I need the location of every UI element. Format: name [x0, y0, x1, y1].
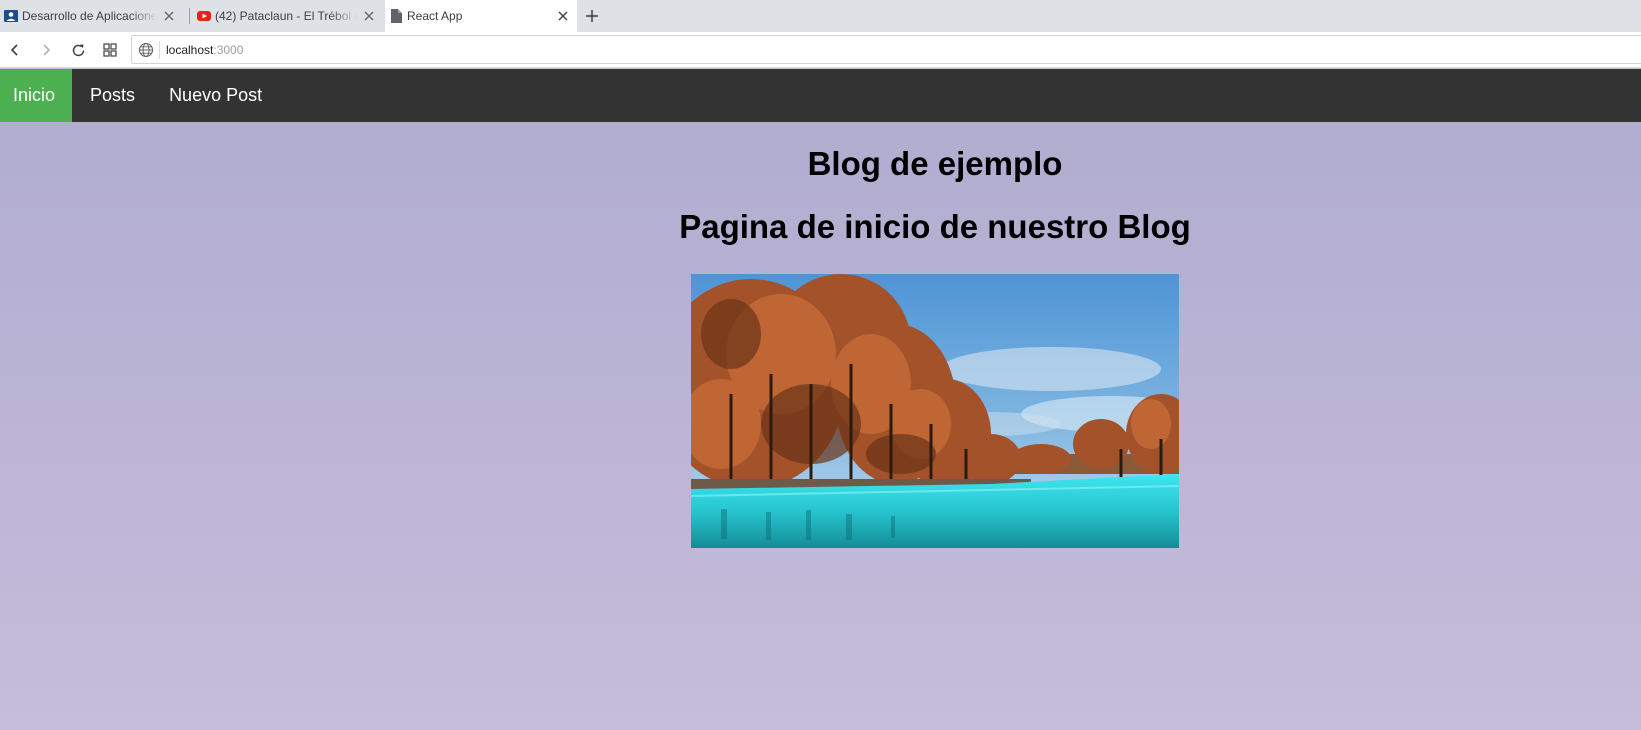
- page-subtitle: Pagina de inicio de nuestro Blog: [679, 208, 1191, 245]
- tab-title: React App: [407, 9, 463, 23]
- tab-strip: Desarrollo de Aplicaciones (42) Pataclau…: [0, 0, 1641, 32]
- contact-card-icon: [4, 9, 18, 23]
- url-host: localhost: [166, 43, 214, 57]
- tab-title: Desarrollo de Aplicaciones: [22, 9, 157, 23]
- back-button[interactable]: [4, 39, 26, 61]
- address-bar[interactable]: localhost:3000: [131, 35, 1641, 64]
- plus-icon: [586, 10, 598, 22]
- nav-inicio[interactable]: Inicio: [0, 69, 73, 122]
- document-icon: [389, 9, 403, 23]
- reload-icon: [72, 44, 84, 56]
- tab-close-icon[interactable]: [555, 8, 571, 24]
- blog-hero-image: [691, 274, 1179, 548]
- tab-pataclaun[interactable]: (42) Pataclaun - El Trébol de: [193, 0, 383, 32]
- tab-react-app[interactable]: React App: [385, 0, 577, 32]
- globe-icon: [138, 42, 154, 58]
- address-divider: [159, 41, 160, 59]
- tab-title: (42) Pataclaun - El Trébol de: [215, 9, 357, 23]
- back-arrow-icon: [10, 44, 18, 56]
- address-url[interactable]: localhost:3000: [166, 43, 243, 57]
- forward-arrow-icon: [43, 44, 51, 56]
- nav-nuevo-post[interactable]: Nuevo Post: [152, 69, 279, 122]
- browser-toolbar: localhost:3000: [0, 32, 1641, 68]
- tab-close-icon[interactable]: [161, 8, 177, 24]
- page-viewport: Inicio Posts Nuevo Post Blog de ejemplo …: [0, 69, 1641, 730]
- tab-divider: [189, 8, 190, 24]
- top-navbar: Inicio Posts Nuevo Post: [0, 69, 1641, 122]
- url-port: :3000: [213, 43, 244, 57]
- grid-icon: [103, 43, 117, 57]
- reload-button[interactable]: [67, 39, 89, 61]
- forward-button[interactable]: [35, 39, 57, 61]
- page-title: Blog de ejemplo: [807, 145, 1063, 182]
- new-tab-button[interactable]: [582, 6, 602, 26]
- tab-desarrollo[interactable]: Desarrollo de Aplicaciones: [0, 0, 183, 32]
- tab-close-icon[interactable]: [361, 8, 377, 24]
- nav-posts[interactable]: Posts: [72, 69, 152, 122]
- speed-dial-button[interactable]: [99, 39, 121, 61]
- youtube-icon: [197, 9, 211, 23]
